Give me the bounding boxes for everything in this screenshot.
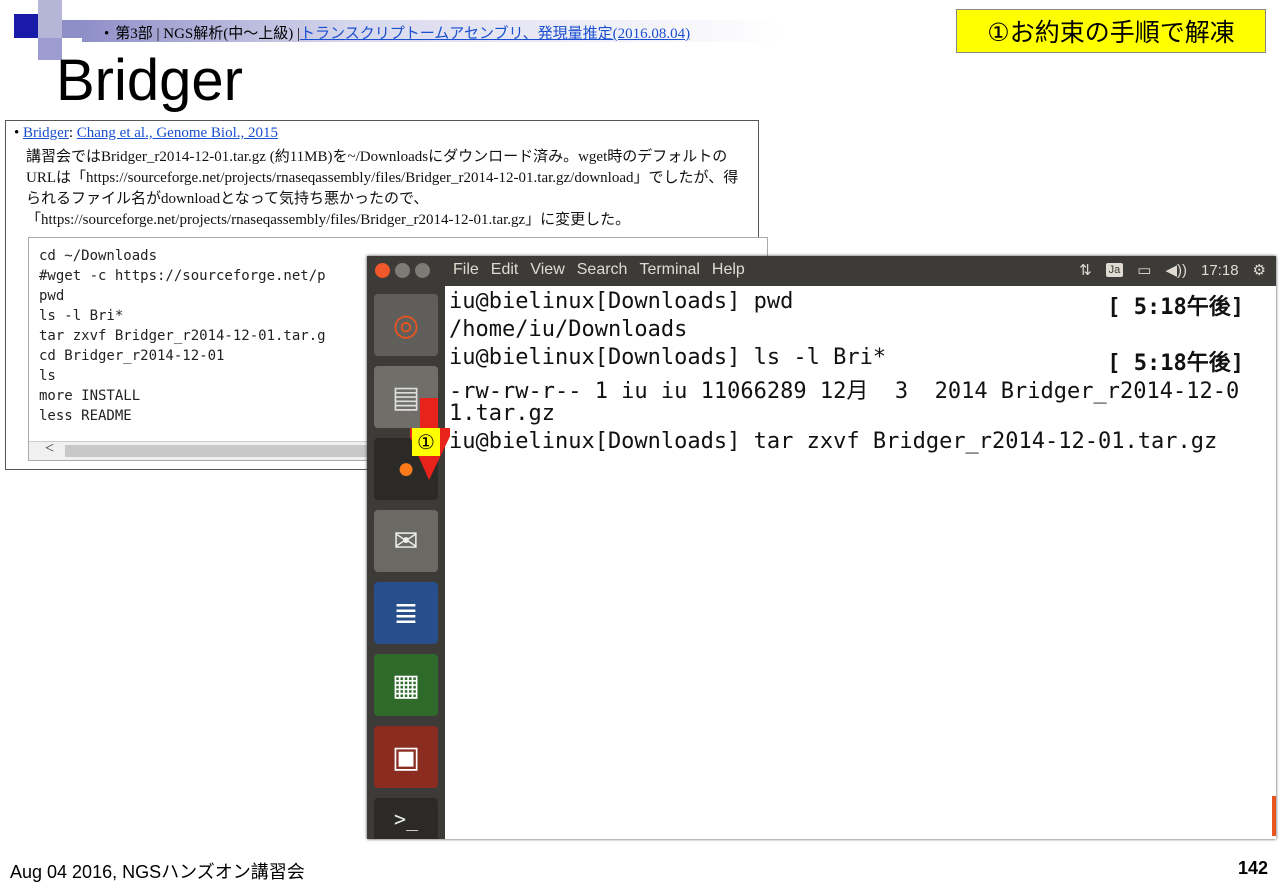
terminal-icon[interactable]: >_ bbox=[374, 798, 438, 839]
code-line: cd ~/Downloads bbox=[39, 248, 158, 264]
menu-bar: File Edit View Search Terminal Help ⇅ Ja ▭ ◀)… bbox=[367, 256, 1276, 286]
step-marker: ① bbox=[412, 428, 440, 456]
terminal-line: 1.tar.gz bbox=[449, 401, 555, 426]
code-line: less README bbox=[39, 408, 132, 424]
battery-icon[interactable]: ▭ bbox=[1137, 261, 1151, 279]
ref-separator: : bbox=[68, 125, 74, 141]
code-line: tar zxvf Bridger_r2014-12-01.tar.g bbox=[39, 328, 326, 344]
scroll-left-icon[interactable]: < bbox=[45, 440, 54, 458]
menu-item-view[interactable]: View bbox=[530, 261, 564, 279]
minimize-icon[interactable] bbox=[395, 263, 410, 278]
clock[interactable]: 17:18 bbox=[1201, 262, 1239, 279]
settings-icon[interactable]: ⚙ bbox=[1253, 261, 1266, 279]
terminal-line: -rw-rw-r-- 1 iu iu 11066289 12月 3 2014 B… bbox=[449, 379, 1240, 404]
menu-item-terminal[interactable]: Terminal bbox=[639, 261, 699, 279]
decoration-square bbox=[14, 14, 38, 38]
menu-item-file[interactable]: File bbox=[453, 261, 479, 279]
decoration-square bbox=[38, 0, 62, 38]
timestamp: [ 5:18午後] bbox=[1107, 295, 1244, 320]
code-line: ls -l Bri* bbox=[39, 308, 124, 324]
menu-item-search[interactable]: Search bbox=[577, 261, 628, 279]
network-icon[interactable]: ⇅ bbox=[1079, 261, 1092, 279]
terminal-screen[interactable]: iu@bielinux[Downloads] pwd [ 5:18午後] /ho… bbox=[445, 286, 1276, 839]
code-line: more INSTALL bbox=[39, 388, 141, 404]
menu-item-edit[interactable]: Edit bbox=[491, 261, 519, 279]
volume-icon[interactable]: ◀)) bbox=[1165, 261, 1187, 279]
bullet: • bbox=[14, 125, 20, 141]
terminal-line: /home/iu/Downloads bbox=[449, 317, 688, 342]
input-method-icon[interactable]: Ja bbox=[1105, 263, 1124, 277]
maximize-icon[interactable] bbox=[415, 263, 430, 278]
breadcrumb-link[interactable]: トランスクリプトームアセンブリ、発現量推定(2016.08.04) bbox=[300, 26, 690, 42]
breadcrumb-prefix: 第3部 | NGS解析(中～上級) | bbox=[115, 26, 301, 42]
terminal-scrollbar[interactable] bbox=[1272, 796, 1276, 836]
callout-note: ①お約束の手順で解凍 bbox=[956, 9, 1266, 53]
bridger-link[interactable]: Bridger bbox=[23, 125, 69, 141]
code-line: ls bbox=[39, 368, 56, 384]
system-tray: ⇅ Ja ▭ ◀)) 17:18 ⚙ bbox=[1079, 261, 1266, 280]
menu: File Edit View Search Terminal Help bbox=[453, 261, 745, 279]
page-title: Bridger bbox=[56, 48, 243, 113]
footer-text: Aug 04 2016, NGSハンズオン講習会 bbox=[10, 862, 305, 882]
close-icon[interactable] bbox=[375, 263, 390, 278]
bullet: • bbox=[104, 26, 110, 42]
decoration-square bbox=[62, 20, 82, 38]
page-number: 142 bbox=[1237, 858, 1268, 878]
terminal-line: iu@bielinux[Downloads] pwd bbox=[449, 289, 794, 314]
impress-icon[interactable]: ▣ bbox=[374, 726, 438, 788]
scroll-thumb[interactable] bbox=[65, 445, 385, 457]
terminal-line: iu@bielinux[Downloads] tar zxvf Bridger_… bbox=[449, 429, 1218, 454]
breadcrumb: • 第3部 | NGS解析(中～上級) |トランスクリプトームアセンブリ、発現量推… bbox=[104, 22, 690, 43]
writer-icon[interactable]: ≣ bbox=[374, 582, 438, 644]
code-lines: cd ~/Downloads #wget -c https://sourcefor… bbox=[39, 246, 326, 426]
calc-icon[interactable]: ▦ bbox=[374, 654, 438, 716]
launcher: ◎ ▤ ● ✉ ≣ ▦ ▣ >_ bbox=[367, 286, 445, 839]
paper-link[interactable]: Chang et al., Genome Biol., 2015 bbox=[77, 125, 278, 141]
code-line: #wget -c https://sourceforge.net/p bbox=[39, 268, 326, 284]
description-text: 講習会ではBridger_r2014-12-01.tar.gz (約11MB)を… bbox=[26, 149, 739, 228]
menu-item-help[interactable]: Help bbox=[712, 261, 745, 279]
code-line: pwd bbox=[39, 288, 65, 304]
mail-icon[interactable]: ✉ bbox=[374, 510, 438, 572]
reference-line: • Bridger: Chang et al., Genome Biol., 2… bbox=[14, 125, 278, 142]
terminal-line: iu@bielinux[Downloads] ls -l Bri* bbox=[449, 345, 887, 370]
terminal-window: File Edit View Search Terminal Help ⇅ Ja ▭ ◀)… bbox=[367, 256, 1276, 839]
code-line: cd Bridger_r2014-12-01 bbox=[39, 348, 225, 364]
ubuntu-icon[interactable]: ◎ bbox=[374, 294, 438, 356]
